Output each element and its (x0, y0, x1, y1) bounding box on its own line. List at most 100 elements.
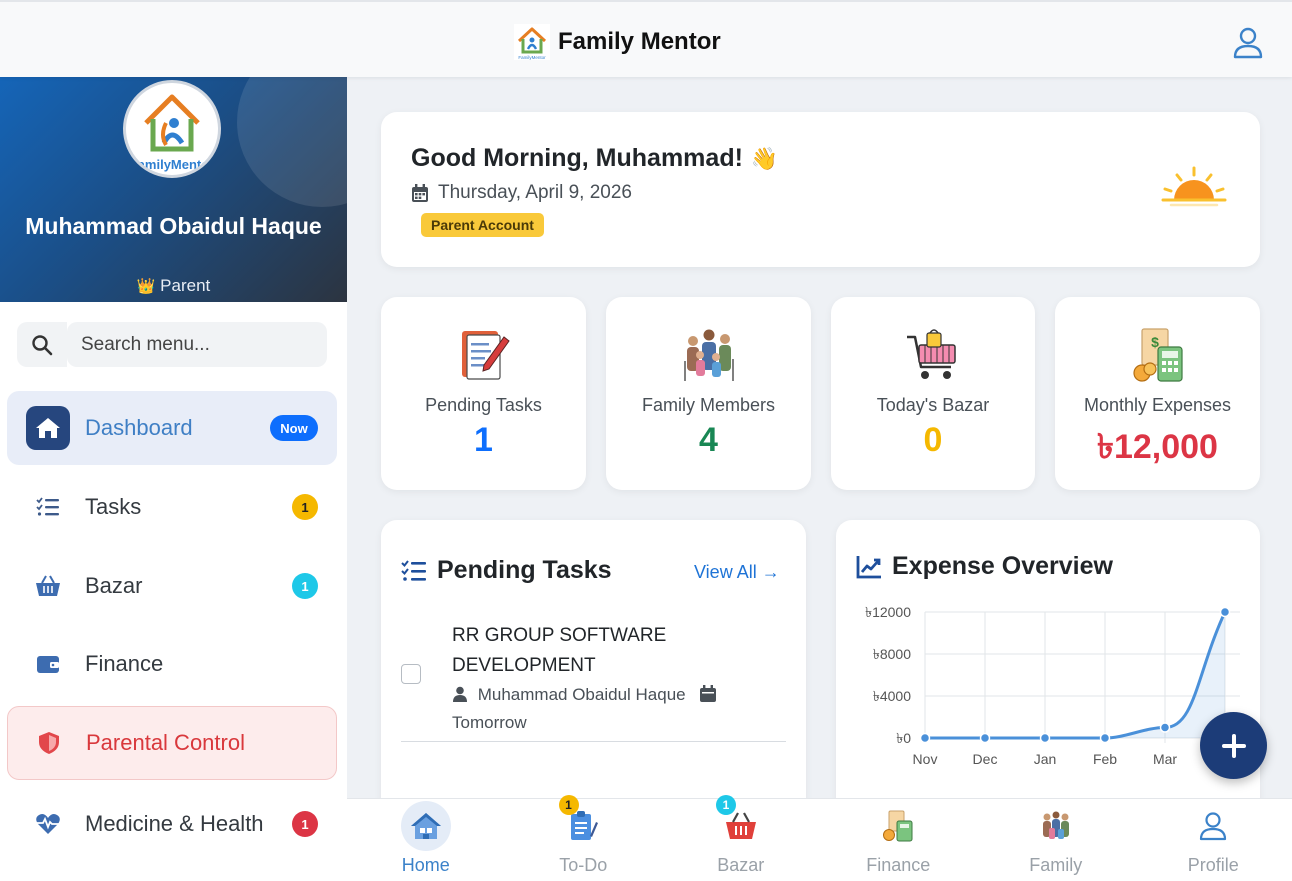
calendar-icon (412, 183, 428, 202)
chart-x-tick-label: Mar (1153, 751, 1177, 767)
avatar[interactable]: FamilyMentor (123, 80, 221, 178)
search-input[interactable] (67, 322, 327, 367)
nav-label: To-Do (559, 855, 608, 875)
nav-item-home[interactable]: Home (347, 799, 505, 881)
greeting-title: Good Morning, Muhammad! 👋 (411, 144, 778, 173)
chart-data-point (1159, 722, 1171, 733)
nav-label: Family (1029, 855, 1083, 875)
nav-label: Bazar (717, 855, 765, 875)
crown-icon: 👑 (136, 278, 156, 295)
app-title: Family Mentor (558, 28, 721, 55)
user-icon (452, 684, 468, 710)
search-icon[interactable] (17, 322, 67, 367)
plus-icon (1221, 733, 1246, 758)
sidebar-item-tasks[interactable]: Tasks 1 (7, 470, 337, 544)
tasks-icon (401, 559, 426, 581)
nav-item-todo[interactable]: 1 To-Do (505, 795, 663, 881)
sidebar: FamilyMentor Muhammad Obaidul Haque 👑 Pa… (0, 77, 347, 881)
stat-card-family-members[interactable]: Family Members 4 (606, 297, 811, 490)
nav-label: Profile (1187, 855, 1239, 875)
stat-card-monthly-expenses[interactable]: $ Monthly Expenses ৳12,000 (1055, 297, 1260, 490)
stat-label: Pending Tasks (425, 395, 542, 415)
greeting-card: Good Morning, Muhammad! 👋 Thursday, Apri… (381, 112, 1260, 267)
sunrise-icon (1161, 166, 1227, 207)
task-meta: Muhammad Obaidul Haque Tomorrow (452, 682, 752, 736)
home-icon (26, 406, 70, 450)
account-type-badge: Parent Account (421, 213, 544, 237)
count-badge: 1 (292, 573, 318, 599)
stat-card-todays-bazar[interactable]: Today's Bazar 0 (831, 297, 1035, 490)
new-badge: Now (270, 415, 318, 441)
nav-item-family[interactable]: Family (977, 799, 1135, 881)
count-badge: 1 (292, 494, 318, 520)
chart-y-tick-label: ৳8000 (873, 646, 911, 662)
menu-search (17, 322, 327, 367)
heartbeat-icon (26, 802, 70, 846)
task-item[interactable]: RR GROUP SOFTWARE DEVELOPMENT Muhammad O… (401, 618, 786, 742)
nav-item-profile[interactable]: Profile (1135, 799, 1292, 881)
greeting-text: Good Morning, Muhammad! (411, 144, 743, 172)
task-title: RR GROUP SOFTWARE DEVELOPMENT (452, 625, 667, 676)
chart-y-tick-label: ৳0 (896, 730, 911, 746)
basket-icon (26, 564, 70, 608)
count-badge: 1 (292, 811, 318, 837)
calendar-icon (700, 684, 717, 710)
chart-data-point (919, 732, 931, 744)
nav-item-bazar[interactable]: 1 Bazar (662, 795, 820, 881)
pending-tasks-panel: Pending Tasks View All → RR GROUP SOFTWA… (381, 520, 806, 820)
panel-title-text: Pending Tasks (437, 556, 612, 584)
calculator-coins-icon (873, 801, 923, 851)
chart-data-point (1039, 732, 1051, 744)
nav-item-finance[interactable]: Finance (820, 799, 978, 881)
chart-y-tick-label: ৳4000 (873, 688, 911, 704)
date-text: Thursday, April 9, 2026 (438, 182, 632, 203)
nav-label: Home (401, 855, 450, 875)
task-assignee: Muhammad Obaidul Haque (477, 685, 686, 704)
panel-title: Pending Tasks (401, 556, 612, 585)
svg-text:$: $ (1151, 334, 1159, 350)
wallet-icon (26, 642, 70, 686)
tasks-icon (26, 485, 70, 529)
shopping-cart-icon (907, 329, 956, 379)
view-all-link[interactable]: View All → (694, 562, 780, 583)
sidebar-item-dashboard[interactable]: Dashboard Now (7, 391, 337, 465)
chart-x-tick-label: Feb (1093, 751, 1117, 767)
profile-name: Muhammad Obaidul Haque (25, 213, 322, 239)
top-header: FamilyMentor Family Mentor (0, 0, 1292, 77)
stat-card-pending-tasks[interactable]: Pending Tasks 1 (381, 297, 586, 490)
stat-label: Family Members (641, 395, 775, 415)
chart-data-point (1219, 606, 1231, 618)
task-due: Tomorrow (452, 713, 527, 732)
add-button[interactable] (1200, 712, 1267, 779)
chart-data-point (1099, 732, 1111, 744)
count-badge: 1 (558, 795, 579, 815)
bottom-nav: Home 1 To-Do 1 Bazar Finance Family Prof… (347, 795, 1292, 881)
user-icon (1188, 801, 1238, 851)
stat-value: 1 (474, 421, 493, 459)
chart-x-tick-label: Dec (973, 751, 998, 767)
sidebar-item-bazar[interactable]: Bazar 1 (7, 549, 337, 623)
brand[interactable]: FamilyMentor Family Mentor (514, 24, 721, 60)
sidebar-item-label: Finance (85, 651, 164, 676)
sidebar-item-parental-control[interactable]: Parental Control (7, 706, 337, 780)
family-icon (683, 329, 734, 381)
sidebar-item-finance[interactable]: Finance (7, 627, 337, 701)
chart-series-line (925, 611, 1227, 740)
sidebar-item-label: Bazar (85, 573, 143, 598)
waving-hand-icon: 👋 (750, 145, 779, 171)
family-mentor-logo: FamilyMentor (514, 24, 550, 60)
home-icon (400, 801, 451, 851)
stat-label: Today's Bazar (876, 395, 990, 415)
expense-line-chart: ৳0 ৳4000 ৳8000 ৳12000 Nov Dec Jan Feb Mar (865, 604, 1240, 767)
shield-icon (27, 721, 71, 765)
stat-value: 0 (923, 421, 943, 459)
task-checkbox[interactable] (401, 664, 421, 684)
stat-label: Monthly Expenses (1083, 395, 1232, 415)
chart-x-tick-label: Jan (1034, 751, 1057, 767)
expense-overview-panel: Expense Overview ৳0 ৳4000 ৳8000 ৳12000 Nov De… (836, 520, 1260, 820)
logo-text: FamilyMentor (130, 157, 215, 172)
sidebar-item-medicine-health[interactable]: Medicine & Health 1 (7, 787, 337, 861)
count-badge: 1 (716, 795, 736, 815)
stat-value: 4 (699, 421, 718, 459)
user-icon[interactable] (1232, 26, 1264, 60)
